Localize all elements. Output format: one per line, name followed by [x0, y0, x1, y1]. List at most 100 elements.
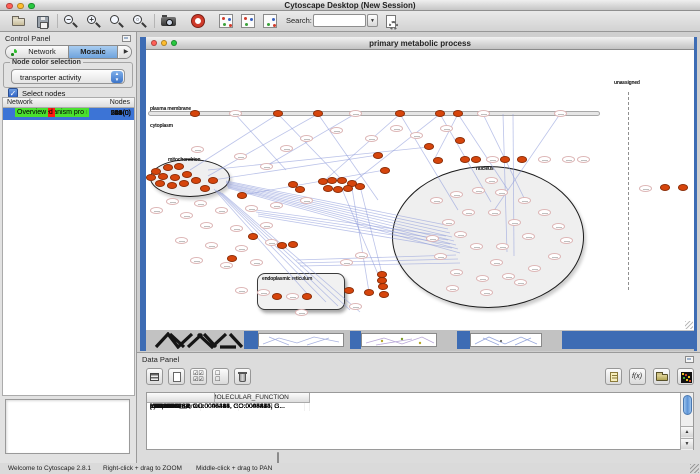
create-attribute-button[interactable]: [168, 368, 185, 385]
gene-node[interactable]: [260, 222, 273, 229]
tree-row[interactable]: Overview8(0): [3, 108, 134, 120]
transporter-gene-node[interactable]: [273, 110, 283, 117]
delete-attribute-button[interactable]: [234, 368, 251, 385]
transporter-gene-node[interactable]: [313, 110, 323, 117]
gene-node[interactable]: [477, 110, 490, 117]
scroll-up-button[interactable]: ▲: [681, 426, 693, 437]
gene-node[interactable]: [229, 110, 242, 117]
gene-node[interactable]: [180, 212, 193, 219]
transporter-gene-node[interactable]: [343, 185, 353, 192]
transporter-gene-node[interactable]: [295, 186, 305, 193]
gene-node[interactable]: [462, 209, 475, 216]
gene-node[interactable]: [538, 209, 551, 216]
gene-node[interactable]: [175, 237, 188, 244]
network-thumbnail[interactable]: [470, 333, 542, 347]
transporter-gene-node[interactable]: [302, 293, 312, 300]
gene-node[interactable]: [446, 285, 459, 292]
gene-node[interactable]: [194, 200, 207, 207]
float-panel-icon[interactable]: [122, 35, 131, 42]
gene-node[interactable]: [639, 185, 652, 192]
gene-node[interactable]: [235, 245, 248, 252]
transporter-gene-node[interactable]: [424, 143, 434, 150]
gene-node[interactable]: [215, 207, 228, 214]
transporter-gene-node[interactable]: [678, 184, 688, 191]
gene-node[interactable]: [495, 189, 508, 196]
minimized-frame-bar[interactable]: [457, 331, 470, 349]
gene-node[interactable]: [340, 259, 353, 266]
gene-node[interactable]: [548, 253, 561, 260]
transporter-gene-node[interactable]: [364, 289, 374, 296]
transporter-gene-node[interactable]: [379, 291, 389, 298]
import-expression-button[interactable]: [262, 13, 280, 30]
scrollbar-thumb[interactable]: [683, 395, 692, 415]
attribute-list-button[interactable]: [605, 368, 622, 385]
gene-node[interactable]: [562, 156, 575, 163]
select-all-attributes-button[interactable]: ☑☑☑☑: [190, 368, 207, 385]
transporter-gene-node[interactable]: [337, 177, 347, 184]
gene-node[interactable]: [518, 197, 531, 204]
gene-node[interactable]: [330, 127, 343, 134]
tab-network[interactable]: Network: [6, 46, 68, 58]
gene-node[interactable]: [490, 259, 503, 266]
gene-node[interactable]: [234, 153, 247, 160]
gene-node[interactable]: [496, 243, 509, 250]
gene-node[interactable]: [295, 309, 308, 316]
gene-node[interactable]: [528, 265, 541, 272]
network-thumbnail[interactable]: [258, 333, 344, 347]
gene-node[interactable]: [205, 242, 218, 249]
gene-node[interactable]: [300, 197, 313, 204]
unselect-all-attributes-button[interactable]: ☐☐: [212, 368, 229, 385]
zoom-fit-button[interactable]: [108, 13, 126, 30]
tree-col-network[interactable]: Network: [7, 99, 33, 106]
transporter-gene-node[interactable]: [500, 156, 510, 163]
gene-node[interactable]: [349, 110, 362, 117]
window-resize-grip[interactable]: [690, 464, 699, 473]
transporter-gene-node[interactable]: [208, 177, 218, 184]
gene-node[interactable]: [191, 146, 204, 153]
gene-node[interactable]: [235, 287, 248, 294]
transporter-gene-node[interactable]: [288, 241, 298, 248]
transporter-gene-node[interactable]: [373, 152, 383, 159]
import-attributes-button[interactable]: [240, 13, 258, 30]
transporter-gene-node[interactable]: [355, 183, 365, 190]
transporter-gene-node[interactable]: [170, 174, 180, 181]
transporter-gene-node[interactable]: [191, 177, 201, 184]
transporter-gene-node[interactable]: [248, 233, 258, 240]
minimized-frame-bar[interactable]: [244, 331, 258, 349]
gene-node[interactable]: [280, 145, 293, 152]
gene-node[interactable]: [502, 273, 515, 280]
zoom-selected-button[interactable]: ▫: [131, 13, 149, 30]
gene-node[interactable]: [476, 275, 489, 282]
transporter-gene-node[interactable]: [660, 184, 670, 191]
gene-node[interactable]: [260, 163, 273, 170]
transporter-gene-node[interactable]: [344, 287, 354, 294]
gene-node[interactable]: [230, 225, 243, 232]
gene-node[interactable]: [190, 257, 203, 264]
transporter-gene-node[interactable]: [460, 156, 470, 163]
gene-node[interactable]: [522, 233, 535, 240]
gene-node[interactable]: [470, 243, 483, 250]
network-canvas[interactable]: plasma membranecytoplasmmitochondrionnuc…: [146, 50, 694, 330]
gene-node[interactable]: [442, 219, 455, 226]
import-network-button[interactable]: [218, 13, 236, 30]
save-button[interactable]: [34, 13, 52, 30]
transporter-gene-node[interactable]: [237, 192, 247, 199]
gene-node[interactable]: [349, 303, 362, 310]
transporter-gene-node[interactable]: [471, 156, 481, 163]
search-dropdown-button[interactable]: ▼: [367, 14, 378, 27]
gene-node[interactable]: [300, 135, 313, 142]
gene-node[interactable]: [245, 205, 258, 212]
transporter-gene-node[interactable]: [455, 137, 465, 144]
gene-node[interactable]: [257, 289, 270, 296]
gene-node[interactable]: [480, 289, 493, 296]
gene-node[interactable]: [440, 125, 453, 132]
gene-node[interactable]: [538, 156, 551, 163]
transporter-gene-node[interactable]: [190, 110, 200, 117]
help-button[interactable]: [190, 13, 208, 30]
transporter-gene-node[interactable]: [174, 163, 184, 170]
transporter-gene-node[interactable]: [333, 186, 343, 193]
node-color-dropdown[interactable]: transporter activity ▲▼: [11, 69, 125, 84]
transporter-gene-node[interactable]: [200, 185, 210, 192]
zoom-in-button[interactable]: +: [85, 13, 103, 30]
gene-node[interactable]: [508, 219, 521, 226]
